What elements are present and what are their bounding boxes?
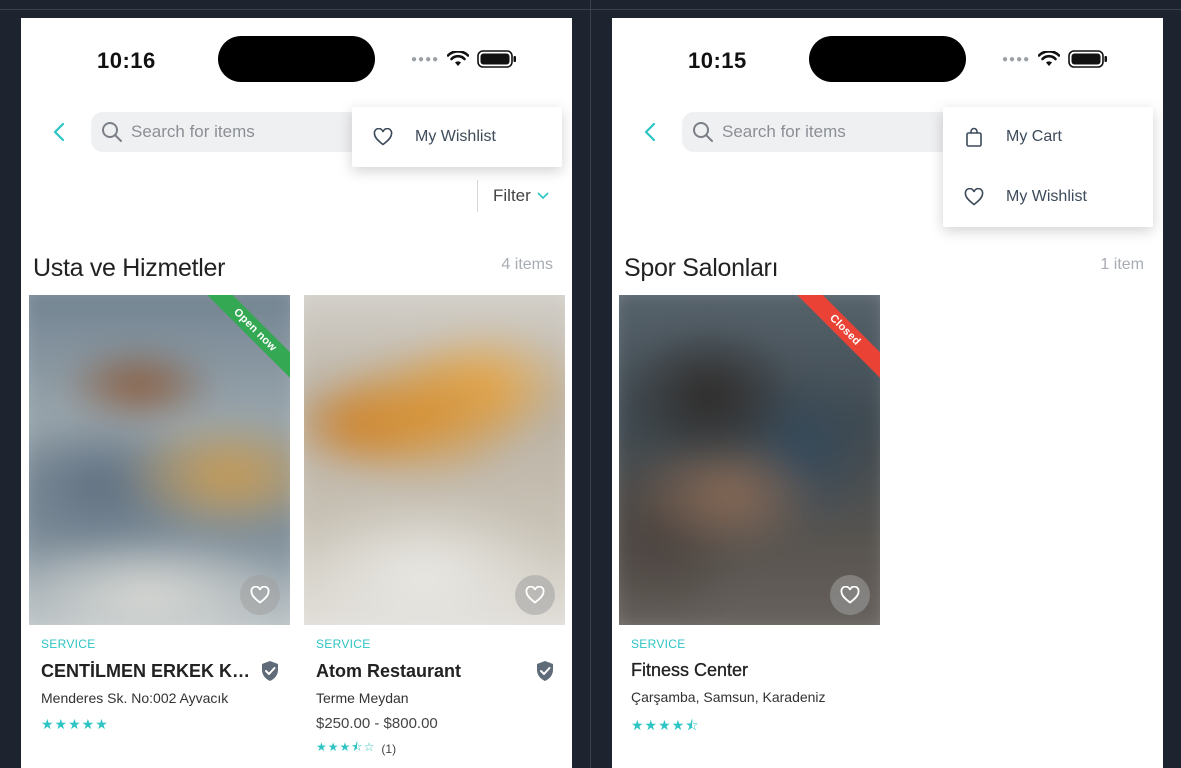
card-category: SERVICE <box>41 637 96 651</box>
heart-icon <box>525 586 545 604</box>
phone-screen-right: 10:15 ●●●● Search for items My Cart My W… <box>612 18 1163 768</box>
wifi-icon <box>1038 51 1061 66</box>
listing-image[interactable]: Closed <box>619 295 880 625</box>
card-title[interactable]: CENTİLMEN ERKEK KUAF... <box>41 661 256 682</box>
filter-button[interactable]: Filter <box>477 180 549 212</box>
stars-icon: ★★★★★ <box>41 716 109 732</box>
status-time: 10:16 <box>97 48 156 73</box>
listing-card[interactable]: Closed SERVICE Fitness Center Çarşamba, … <box>619 295 880 739</box>
dynamic-island <box>218 36 375 82</box>
heart-icon <box>373 127 393 147</box>
signal-dots-icon: ●●●● <box>1002 53 1031 65</box>
heart-icon <box>964 187 984 207</box>
star-rating: ★★★⯪☆ (1) <box>316 738 565 759</box>
listing-card[interactable]: Open now SERVICE CENTİLMEN ERKEK KUAF...… <box>29 295 290 733</box>
overflow-menu: My Wishlist <box>352 107 562 167</box>
listing-card[interactable]: SERVICE Atom Restaurant Terme Meydan $25… <box>304 295 565 759</box>
card-address: Menderes Sk. No:002 Ayvacık <box>41 690 229 706</box>
filter-label: Filter <box>493 186 531 205</box>
verified-shield-icon <box>537 661 553 681</box>
status-ribbon: Open now <box>200 295 290 385</box>
search-placeholder: Search for items <box>131 122 255 141</box>
heart-icon <box>250 586 270 604</box>
status-time: 10:15 <box>688 48 747 73</box>
wishlist-button[interactable] <box>515 575 555 615</box>
shopping-bag-icon <box>964 127 984 147</box>
search-icon <box>693 122 713 142</box>
card-title[interactable]: Atom Restaurant <box>316 661 461 682</box>
chevron-left-icon <box>644 122 656 142</box>
search-icon <box>102 122 122 142</box>
verified-shield-icon <box>262 661 278 681</box>
menu-item-label: My Cart <box>1006 128 1062 145</box>
menu-item-wishlist[interactable]: My Wishlist <box>352 107 562 167</box>
section-count: 4 items <box>501 256 553 273</box>
stars-icon: ★★★⯪☆ <box>316 740 376 754</box>
chevron-left-icon <box>53 122 65 142</box>
back-button[interactable] <box>638 118 662 146</box>
status-ribbon: Closed <box>790 295 880 385</box>
back-button[interactable] <box>47 118 71 146</box>
wishlist-button[interactable] <box>830 575 870 615</box>
battery-icon <box>1068 50 1108 68</box>
overflow-menu: My Cart My Wishlist <box>943 107 1153 227</box>
wifi-icon <box>447 51 470 66</box>
card-title[interactable]: Fitness Center <box>631 660 748 681</box>
menu-item-label: My Wishlist <box>1006 188 1087 205</box>
status-icons: ●●●● <box>411 50 517 68</box>
menu-item-wishlist[interactable]: My Wishlist <box>943 167 1153 227</box>
card-title-row: CENTİLMEN ERKEK KUAF... <box>41 660 280 682</box>
status-icons: ●●●● <box>1002 50 1108 68</box>
card-price: $250.00 - $800.00 <box>316 715 438 732</box>
section-count: 1 item <box>1100 256 1144 273</box>
heart-icon <box>840 586 860 604</box>
star-rating: ★★★★⯪ <box>631 715 880 739</box>
menu-item-cart[interactable]: My Cart <box>943 107 1153 167</box>
star-rating: ★★★★★ <box>41 716 290 733</box>
signal-dots-icon: ●●●● <box>411 53 440 65</box>
menu-item-label: My Wishlist <box>415 128 496 145</box>
card-category: SERVICE <box>631 637 686 651</box>
chevron-down-icon <box>537 192 549 200</box>
listing-image[interactable]: Open now <box>29 295 290 625</box>
wishlist-button[interactable] <box>240 575 280 615</box>
card-category: SERVICE <box>316 637 371 651</box>
card-address: Çarşamba, Samsun, Karadeniz <box>631 689 826 705</box>
stars-icon: ★★★★⯪ <box>631 717 700 733</box>
search-placeholder: Search for items <box>722 122 846 141</box>
listing-image[interactable] <box>304 295 565 625</box>
card-title-row: Fitness Center <box>631 660 870 681</box>
card-title-row: Atom Restaurant <box>316 660 555 682</box>
vertical-divider <box>590 0 591 768</box>
section-title: Usta ve Hizmetler <box>33 254 226 282</box>
card-address: Terme Meydan <box>316 690 409 706</box>
rating-count: (1) <box>381 741 397 756</box>
phone-screen-left: 10:16 ●●●● Search for items Filter My Wi… <box>21 18 572 768</box>
dynamic-island <box>809 36 966 82</box>
battery-icon <box>477 50 517 68</box>
section-title: Spor Salonları <box>624 254 779 282</box>
